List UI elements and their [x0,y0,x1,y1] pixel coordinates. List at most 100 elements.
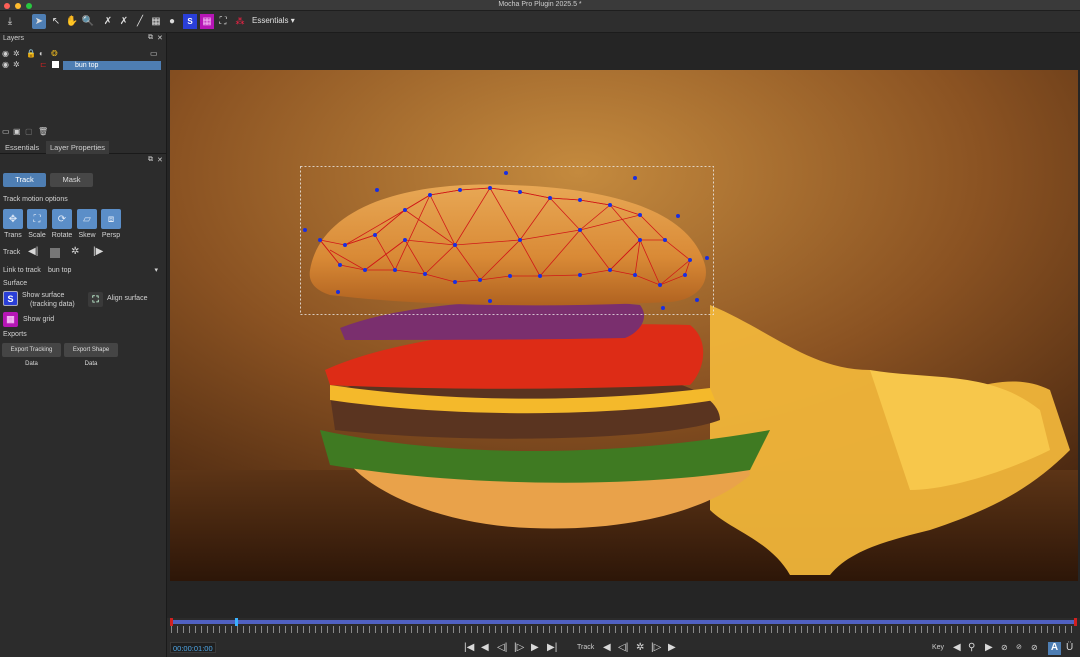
visibility-icon: ◉ [2,49,9,58]
xspline-points [303,171,709,310]
align-surface-label[interactable]: Align surface [107,295,147,302]
show-surface-label[interactable]: Show surface (tracking data) [22,291,75,309]
float-panel-icon[interactable]: ⧉ [148,34,153,42]
step-forward-icon[interactable]: ▶ [531,642,539,653]
color-picker-icon[interactable]: ⁂ [233,14,247,29]
skew-label: Skew [78,232,96,239]
export-tracking-data-button[interactable]: Export Tracking Data [2,343,61,367]
close-panel-icon[interactable]: ✕ [157,156,163,164]
trans-label: Trans [4,232,22,239]
surface-header: Surface [3,280,28,287]
pan-hand-icon[interactable]: ✋ [65,14,79,29]
show-grid-icon[interactable]: ▦ [3,312,18,327]
grid-toolbar-icon[interactable]: ▦ [200,14,214,29]
timeline: 00:00:01:00 |◀ ◀ ◁| |▷ ▶ ▶| Track ◀ ◁| ✲… [167,618,1080,657]
play-forward-icon[interactable]: |▷ [514,642,524,653]
align-surface-icon[interactable]: ⛶ [88,292,103,307]
update-key-icon[interactable]: Ü [1066,642,1073,653]
zoom-tool-icon[interactable]: 🔍 [81,14,95,29]
delete-layer-icon[interactable]: 🗑 [38,127,48,137]
out-point-marker[interactable] [1074,618,1077,626]
go-to-end-icon[interactable]: ▶| [547,642,557,653]
copy-layer-icon[interactable]: ▢ [25,127,33,137]
layer-color-swatch[interactable] [52,61,59,68]
main-toolbar: ⤓ ➤ ↖ ✋ 🔍 ✗ ✗ ╱ ▦ ● S ▦ ⛶ ⁂ Essentials ▾ [0,11,1080,33]
trans-icon[interactable]: ✥ [3,209,23,229]
tracking-overlay [300,166,714,315]
layer-actions: ▭ ▣ ▢ 🗑 [0,127,167,137]
delete-all-keys-icon[interactable]: ⊘ [1016,642,1022,653]
circle-tool-icon[interactable]: ● [165,14,179,29]
rotate-label: Rotate [51,232,73,239]
cog-icon: ✲ [13,49,20,58]
track-label: Track [3,249,21,256]
bezier-tool-icon[interactable]: ╱ [133,14,147,29]
lock-icon: 🔒 [26,49,36,58]
mask-mode-button[interactable]: Mask [50,173,93,187]
link-to-track-select[interactable]: bun top ▾ [46,266,158,276]
track-both-icon[interactable]: ✲ [71,246,79,257]
link-icon[interactable]: ⊏ [40,60,47,70]
step-back-icon[interactable]: ◀ [481,642,489,653]
add-key-icon[interactable]: ⚲ [968,642,975,653]
chevron-down-icon: ▾ [154,267,158,274]
skew-icon[interactable]: ▱ [77,209,97,229]
layer-row[interactable]: ◉ ✲ ⊏ bun top [0,60,164,70]
key-all-icon[interactable]: ⊘ [1031,642,1038,653]
playhead[interactable] [235,618,238,626]
create-xspline-icon[interactable]: ✗ [101,14,115,29]
link-to-track-label: Link to track [3,267,41,274]
exports-header: Exports [3,331,27,338]
select-tool-icon[interactable]: ➤ [32,14,46,29]
title-bar: Mocha Pro Plugin 2025.5 * [0,0,1080,11]
rectangle-tool-icon[interactable]: ▦ [149,14,163,29]
show-grid-label[interactable]: Show grid [23,316,54,323]
visibility-icon[interactable]: ◉ [2,60,9,70]
timeline-range-bar[interactable] [171,620,1077,624]
track-backward-icon[interactable]: ◀| [28,246,38,257]
add-group-icon[interactable]: ▭ [2,127,10,137]
delete-key-icon[interactable]: ⊘ [1001,642,1008,653]
float-panel-icon[interactable]: ⧉ [148,156,153,164]
go-to-start-icon[interactable]: |◀ [464,642,474,653]
stop-tracking-icon[interactable] [50,248,60,258]
track-forward-icon[interactable]: |▶ [93,246,103,257]
play-backward-icon[interactable]: ◁| [497,642,507,653]
close-panel-icon[interactable]: ✕ [157,34,163,42]
tab-essentials[interactable]: Essentials [1,141,43,154]
track-backward-icon[interactable]: ◀ [603,642,611,653]
next-key-icon[interactable]: ▶ [985,642,993,653]
select-point-tool-icon[interactable]: ↖ [49,14,63,29]
workspace-dropdown[interactable]: Essentials ▾ [252,16,295,25]
layer-menu-icon[interactable]: ▭ [150,49,158,59]
persp-label: Persp [101,232,121,239]
align-surface-toolbar-icon[interactable]: ⛶ [216,14,230,29]
export-shape-data-button[interactable]: Export Shape Data [64,343,118,367]
layer-columns-row: ◉ ✲ 🔒 ◐ ❂ ▭ [0,49,164,59]
layer-name[interactable]: bun top [63,61,161,70]
tab-layer-properties[interactable]: Layer Properties [46,141,110,154]
in-point-marker[interactable] [170,618,173,626]
track-forward-icon[interactable]: ▶ [668,642,676,653]
add-xspline-icon[interactable]: ✗ [117,14,131,29]
import-icon[interactable]: ⤓ [3,14,17,29]
timecode-field[interactable]: 00:00:01:00 [170,642,216,653]
layers-header: Layers ⧉ ✕ [3,34,163,42]
track-mode-button[interactable]: Track [3,173,46,187]
prev-key-icon[interactable]: ◀ [953,642,961,653]
timeline-ticks[interactable] [171,626,1077,633]
color-wheel-icon: ❂ [51,49,58,58]
rotate-icon[interactable]: ⟳ [52,209,72,229]
perspective-icon[interactable]: ⧈ [101,209,121,229]
matte-icon: ◐ [39,49,44,58]
track-forward-one-icon[interactable]: |▷ [651,642,661,653]
show-surface-icon[interactable]: S [3,291,18,306]
scale-icon[interactable]: ⛶ [27,209,47,229]
track-both-icon[interactable]: ✲ [636,642,644,653]
track-back-one-icon[interactable]: ◁| [618,642,628,653]
cog-icon[interactable]: ✲ [13,60,20,70]
auto-key-icon[interactable]: A [1048,642,1061,655]
duplicate-layer-icon[interactable]: ▣ [13,127,21,137]
burger-image[interactable] [170,70,1078,581]
show-surface-toolbar-icon[interactable]: S [183,14,197,29]
